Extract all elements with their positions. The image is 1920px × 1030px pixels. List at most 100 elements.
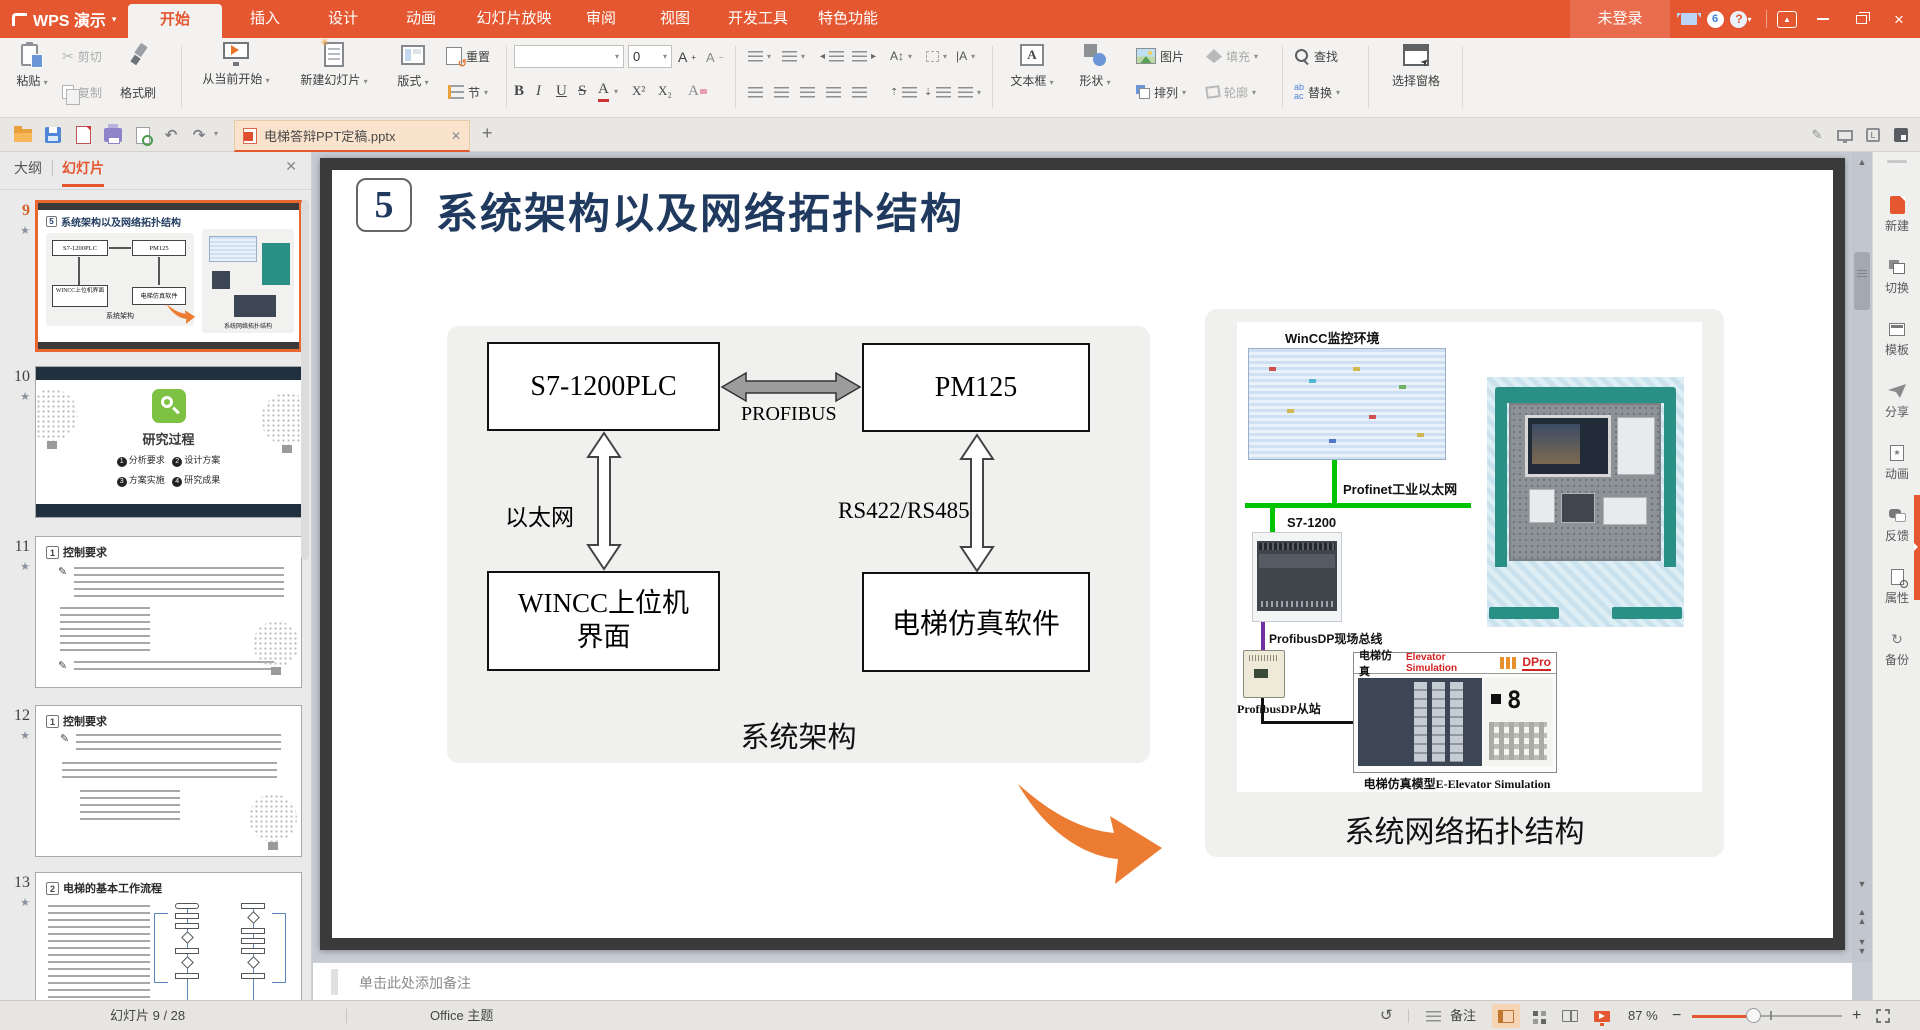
para-spacing-inc-button[interactable]: ⇡: [890, 80, 917, 104]
sidebar-item-new[interactable]: 新建: [1873, 195, 1920, 234]
arrange-button[interactable]: 排列 ▾: [1136, 80, 1186, 104]
close-panel-icon[interactable]: ✕: [285, 158, 297, 175]
slide-sorter-button[interactable]: [1524, 1004, 1552, 1028]
increase-font-button[interactable]: A+: [678, 45, 696, 69]
clear-format-button[interactable]: A: [688, 80, 707, 102]
slide-page[interactable]: 5 系统架构以及网络拓扑结构 S7-1200PLC PM125 PROFIBUS…: [320, 158, 1845, 950]
arch-box-plc[interactable]: S7-1200PLC: [487, 342, 720, 431]
canvas-scrollbar[interactable]: ▲ ▼ ▲▲ ▼▼: [1852, 152, 1872, 962]
slide-editor-canvas[interactable]: 5 系统架构以及网络拓扑结构 S7-1200PLC PM125 PROFIBUS…: [313, 152, 1852, 962]
char-spacing-button[interactable]: |A▾: [956, 44, 975, 68]
layout-mode-icon[interactable]: L: [1862, 125, 1884, 145]
tab-outline[interactable]: 大纲: [14, 158, 42, 178]
export-pdf-button[interactable]: [72, 125, 94, 145]
layout-button[interactable]: 版式 ▾: [384, 42, 442, 89]
arch-box-sim[interactable]: 电梯仿真软件: [862, 572, 1090, 672]
zoom-slider-thumb[interactable]: [1746, 1008, 1761, 1023]
justify-button[interactable]: [826, 80, 841, 104]
placeholder-button[interactable]: ▾: [926, 44, 947, 68]
cut-button[interactable]: ✂剪切: [62, 44, 102, 68]
print-preview-button[interactable]: [132, 125, 154, 145]
close-button[interactable]: ×: [1882, 0, 1916, 38]
replace-button[interactable]: abac替换 ▾: [1294, 80, 1340, 104]
pointer-arrow-shape[interactable]: [1016, 782, 1166, 887]
numbering-button[interactable]: ▾: [782, 44, 805, 68]
align-left-button[interactable]: [748, 80, 763, 104]
slide-title[interactable]: 系统架构以及网络拓扑结构: [436, 180, 964, 241]
previous-slide-button[interactable]: ▲▲: [1852, 904, 1872, 924]
pen-tool-icon[interactable]: ✎: [1806, 125, 1828, 145]
tab-animation[interactable]: 动画: [396, 0, 446, 38]
section-button[interactable]: 节 ▾: [448, 80, 488, 104]
bullets-button[interactable]: ▾: [748, 44, 771, 68]
login-button[interactable]: 未登录: [1570, 0, 1670, 38]
qat-dropdown-icon[interactable]: ▾: [214, 129, 218, 138]
scroll-up-icon[interactable]: ▲: [1852, 152, 1872, 172]
play-from-current-button[interactable]: 从当前开始 ▾: [188, 42, 284, 87]
save-button[interactable]: [42, 125, 64, 145]
line-spacing-button[interactable]: ▾: [958, 80, 981, 104]
new-slide-button[interactable]: 新建幻灯片 ▾: [288, 42, 380, 88]
tab-insert[interactable]: 插入: [240, 0, 290, 38]
sidebar-item-properties[interactable]: 属性: [1873, 567, 1920, 606]
scroll-down-icon[interactable]: ▼: [1852, 874, 1872, 894]
close-document-icon[interactable]: ✕: [451, 129, 461, 143]
architecture-panel[interactable]: S7-1200PLC PM125 PROFIBUS 以太网 RS422/RS48…: [447, 326, 1150, 763]
notes-placeholder[interactable]: 单击此处添加备注: [359, 973, 471, 993]
notes-toggle-label[interactable]: 备注: [1450, 1001, 1476, 1030]
tab-design[interactable]: 设计: [318, 0, 368, 38]
weibo-icon[interactable]: 6: [1704, 9, 1726, 29]
tab-features[interactable]: 特色功能: [812, 0, 884, 38]
help-icon[interactable]: ?▾: [1730, 9, 1752, 29]
strikethrough-button[interactable]: S: [578, 80, 586, 102]
zoom-in-button[interactable]: +: [1852, 1001, 1861, 1030]
find-button[interactable]: 查找: [1294, 44, 1338, 68]
fit-window-button[interactable]: [1876, 1009, 1890, 1023]
outline-button[interactable]: 轮廓 ▾: [1206, 80, 1256, 104]
sidebar-item-backup[interactable]: ↻ 备份: [1873, 629, 1920, 668]
tab-slideshow[interactable]: 幻灯片放映: [468, 0, 560, 38]
paste-button[interactable]: 粘贴 ▾: [8, 42, 56, 89]
redo-button[interactable]: ↷: [188, 125, 210, 145]
format-painter-button[interactable]: 格式刷: [120, 80, 156, 104]
sidebar-item-animation[interactable]: ★ 动画: [1873, 443, 1920, 482]
slide-number-badge[interactable]: 5: [356, 178, 412, 232]
reset-button[interactable]: 重置: [446, 44, 490, 68]
decrease-font-button[interactable]: A−: [706, 45, 723, 69]
night-mode-icon[interactable]: [1890, 125, 1912, 145]
monitor-mode-icon[interactable]: [1834, 125, 1856, 145]
document-tab[interactable]: 电梯答辩PPT定稿.pptx ✕: [234, 120, 470, 152]
align-center-button[interactable]: [774, 80, 789, 104]
collapse-ribbon-icon[interactable]: ▲: [1776, 9, 1798, 29]
sidebar-item-switch[interactable]: 切换: [1873, 257, 1920, 296]
selection-pane-button[interactable]: 选择窗格: [1378, 42, 1454, 89]
sidebar-handle[interactable]: [1887, 160, 1907, 163]
shapes-button[interactable]: 形状 ▾: [1066, 42, 1124, 89]
italic-button[interactable]: I: [536, 80, 541, 102]
subscript-button[interactable]: X₂: [658, 80, 672, 102]
font-color-button[interactable]: A: [598, 80, 609, 102]
bold-button[interactable]: B: [514, 80, 524, 102]
notes-toggle-icon[interactable]: [1426, 1001, 1441, 1030]
font-color-caret[interactable]: ▾: [614, 80, 618, 102]
expand-panel-tab[interactable]: [1914, 495, 1920, 600]
increase-indent-button[interactable]: ▸: [852, 44, 876, 68]
sidebar-item-feedback[interactable]: 反馈: [1873, 505, 1920, 544]
scrollbar-thumb[interactable]: [1854, 252, 1870, 310]
font-size-combo[interactable]: 0▾: [628, 45, 672, 68]
theme-name[interactable]: Office 主题: [430, 1001, 493, 1030]
tab-devtools[interactable]: 开发工具: [722, 0, 794, 38]
tab-slides[interactable]: 幻灯片: [62, 158, 104, 187]
slide-thumbnail-11[interactable]: 11 ★ 1 控制要求 ✎ ✎: [0, 536, 312, 688]
fill-button[interactable]: 填充 ▾: [1206, 44, 1258, 68]
arch-box-wincc[interactable]: WINCC上位机界面: [487, 571, 720, 671]
next-slide-button[interactable]: ▼▼: [1852, 934, 1872, 954]
reading-view-button[interactable]: [1556, 1004, 1584, 1028]
sidebar-item-share[interactable]: 分享: [1873, 381, 1920, 420]
topology-panel[interactable]: WinCC监控环境 Profinet工业以太网: [1205, 309, 1724, 857]
thumbnail-canvas[interactable]: 1 控制要求 ✎ ✎: [35, 536, 302, 688]
undo-button[interactable]: ↶: [160, 125, 182, 145]
minimize-button[interactable]: [1806, 0, 1840, 38]
tab-home[interactable]: 开始: [128, 4, 222, 38]
notes-resize-handle[interactable]: [331, 969, 338, 995]
